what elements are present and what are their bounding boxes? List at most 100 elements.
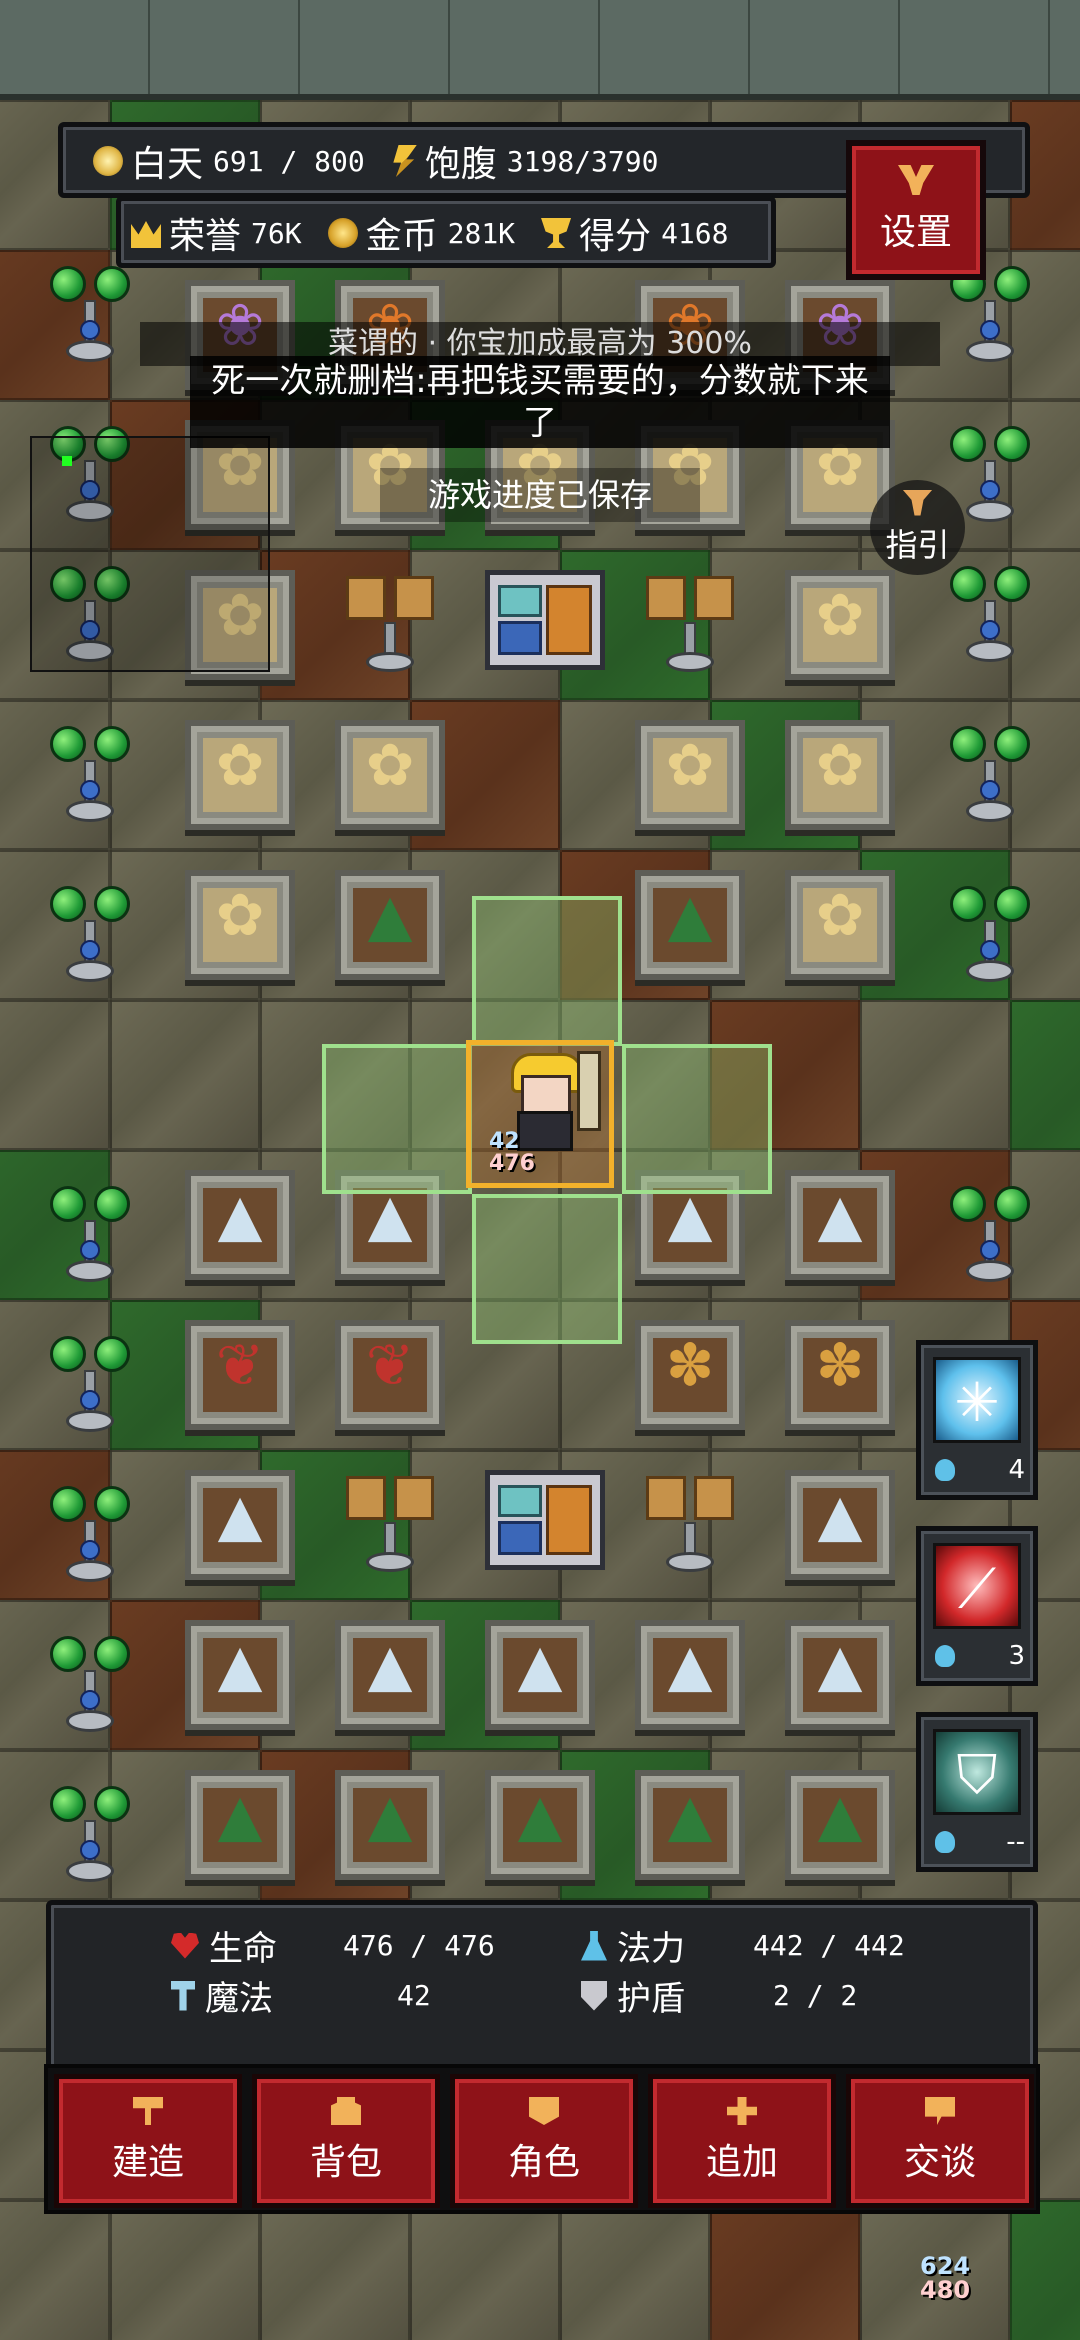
- lamp-post[interactable]: [940, 1180, 1040, 1290]
- move-target-tile[interactable]: [472, 1194, 622, 1344]
- ground-tile: [710, 2200, 860, 2340]
- planter-snow-pine[interactable]: ▲: [185, 1170, 295, 1280]
- toast-message: 死一次就删档:再把钱买需要的，分数就下来了: [190, 356, 890, 448]
- character-button[interactable]: 角色: [450, 2074, 638, 2208]
- crafting-machine[interactable]: [485, 1470, 605, 1570]
- bottom-nav: 建造 背包 角色 追加 交谈: [44, 2064, 1040, 2214]
- hp-value: 476 / 476: [343, 1929, 495, 1962]
- planter-snow-pine[interactable]: ▲: [485, 1620, 595, 1730]
- settings-label: 设置: [879, 212, 952, 253]
- honor-label: 荣誉: [169, 216, 242, 257]
- lamp-post[interactable]: [40, 260, 140, 370]
- move-target-tile[interactable]: [472, 896, 622, 1046]
- planter-wheat[interactable]: ✿: [635, 720, 745, 830]
- crafting-machine[interactable]: [485, 570, 605, 670]
- skill-charge: 3: [935, 1641, 1025, 1671]
- ground-tile: [260, 2200, 410, 2340]
- planter-snow-pine[interactable]: ▲: [785, 1170, 895, 1280]
- planter-wheat[interactable]: ✿: [785, 870, 895, 980]
- planter-snow-pine[interactable]: ▲: [785, 1470, 895, 1580]
- crate-lamp[interactable]: [340, 1470, 440, 1580]
- lamp-post[interactable]: [40, 1780, 140, 1890]
- bag-button[interactable]: 背包: [252, 2074, 440, 2208]
- planter-pine[interactable]: ▲: [335, 870, 445, 980]
- planter-snow-pine[interactable]: ▲: [635, 1620, 745, 1730]
- lamp-post[interactable]: [940, 560, 1040, 670]
- mana-value: 442 / 442: [753, 1929, 905, 1962]
- build-label: 建造: [111, 2142, 184, 2183]
- character-label: 角色: [507, 2142, 580, 2183]
- guide-button[interactable]: 指引: [870, 480, 965, 575]
- lamp-post[interactable]: [40, 1630, 140, 1740]
- lamp-post[interactable]: [40, 720, 140, 830]
- skill-count: --: [1006, 1827, 1025, 1857]
- planter-pine[interactable]: ▲: [635, 870, 745, 980]
- crate-lamp[interactable]: [640, 570, 740, 680]
- hp-stat: 生命: [171, 1921, 277, 1970]
- planter-snow-pine[interactable]: ▲: [185, 1470, 295, 1580]
- planter-sprout[interactable]: ✽: [785, 1320, 895, 1430]
- bag-icon: [331, 2097, 361, 2125]
- planter-wheat[interactable]: ✿: [335, 720, 445, 830]
- ground-tile: [560, 2200, 710, 2340]
- planter-snow-pine[interactable]: ▲: [335, 1620, 445, 1730]
- lamp-post[interactable]: [940, 720, 1040, 830]
- planter-sprout[interactable]: ✽: [635, 1320, 745, 1430]
- lamp-post[interactable]: [40, 1180, 140, 1290]
- planter-wheat[interactable]: ✿: [185, 720, 295, 830]
- hunger-value: 3198/3790: [506, 144, 659, 178]
- lamp-post[interactable]: [40, 1480, 140, 1590]
- planter-wheat[interactable]: ✿: [785, 720, 895, 830]
- lamp-post[interactable]: [940, 880, 1040, 990]
- skill-charge: 4: [935, 1455, 1025, 1485]
- ground-tile: [1010, 2200, 1080, 2340]
- minimap[interactable]: [30, 436, 270, 672]
- skill-count: 4: [1008, 1455, 1025, 1485]
- planter-snow-pine[interactable]: ▲: [185, 1620, 295, 1730]
- frost-rune-icon: ✳: [933, 1357, 1021, 1443]
- ally-stats: 624 480: [920, 2254, 970, 2302]
- honor-value: 76K: [251, 216, 302, 250]
- trophy-icon: [541, 218, 572, 248]
- planter-wheat[interactable]: ✿: [185, 870, 295, 980]
- planter-red-flower[interactable]: ❦: [185, 1320, 295, 1430]
- skill-slot-shield[interactable]: ⛉ --: [916, 1712, 1038, 1872]
- settings-button[interactable]: 设置: [846, 140, 986, 280]
- skill-charge: --: [935, 1827, 1025, 1857]
- mana-label: 法力: [617, 1929, 685, 1969]
- ground-tile: [110, 2200, 260, 2340]
- talk-button[interactable]: 交谈: [846, 2074, 1034, 2208]
- planter-pine[interactable]: ▲: [335, 1770, 445, 1880]
- player-face: [521, 1075, 571, 1115]
- planter-red-flower[interactable]: ❦: [335, 1320, 445, 1430]
- ground-tile: [860, 1000, 1010, 1150]
- crate-lamp[interactable]: [340, 570, 440, 680]
- gold-value: 281K: [447, 216, 516, 250]
- lamp-post[interactable]: [40, 1330, 140, 1440]
- skill-slot-frost[interactable]: ✳ 4: [916, 1340, 1038, 1500]
- player-magic-value: 42: [489, 1129, 520, 1154]
- guide-icon: [902, 489, 933, 516]
- shield-icon: ⛉: [933, 1729, 1021, 1815]
- skill-slot-slash[interactable]: ⟋ 3: [916, 1526, 1038, 1686]
- plus-icon: [727, 2097, 757, 2125]
- move-target-tile[interactable]: [322, 1044, 472, 1194]
- planter-pine[interactable]: ▲: [185, 1770, 295, 1880]
- build-icon: [133, 2097, 163, 2125]
- add-button[interactable]: 追加: [648, 2074, 836, 2208]
- player-character[interactable]: 42 476: [466, 1040, 614, 1188]
- planter-wheat[interactable]: ✿: [785, 570, 895, 680]
- move-target-tile[interactable]: [622, 1044, 772, 1194]
- planter-pine[interactable]: ▲: [485, 1770, 595, 1880]
- mana-drop-icon: [935, 1459, 955, 1481]
- resource-row: 荣誉 76K 金币 281K 得分 4168: [131, 203, 755, 263]
- crate-lamp[interactable]: [640, 1470, 740, 1580]
- lamp-post[interactable]: [40, 880, 140, 990]
- ground-tile: [0, 1000, 110, 1150]
- mana-drop-icon: [935, 1831, 955, 1853]
- shield-stat-icon: [581, 1980, 607, 2011]
- planter-pine[interactable]: ▲: [635, 1770, 745, 1880]
- planter-pine[interactable]: ▲: [785, 1770, 895, 1880]
- planter-snow-pine[interactable]: ▲: [785, 1620, 895, 1730]
- build-button[interactable]: 建造: [54, 2074, 242, 2208]
